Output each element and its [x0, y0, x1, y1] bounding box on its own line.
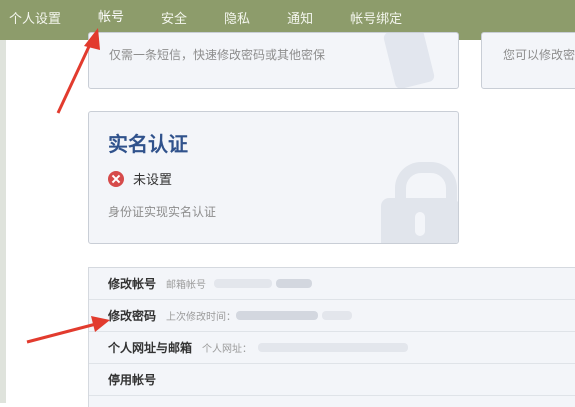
annotation-arrows	[26, 28, 110, 344]
arrow-to-modify-password	[26, 316, 110, 344]
arrow-to-account-tab	[56, 28, 100, 114]
